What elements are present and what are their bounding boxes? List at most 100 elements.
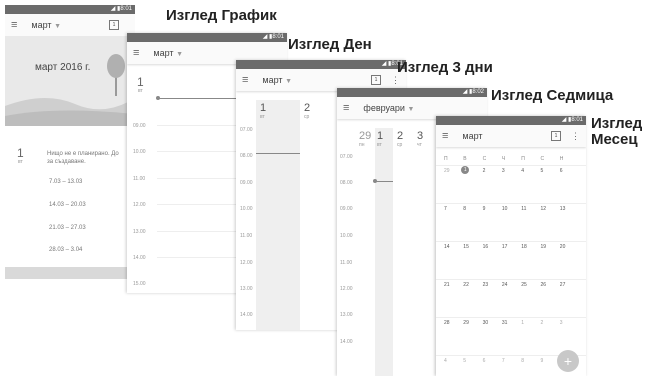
week-row-divider [436,317,586,318]
hour-label: 11.00 [240,233,253,239]
date-cell[interactable]: 7 [444,206,447,212]
menu-icon[interactable]: ≡ [242,74,248,86]
date-cell[interactable]: 5 [541,168,544,174]
date-cell[interactable]: 16 [483,244,489,250]
date-cell[interactable]: 2 [483,168,486,174]
date-cell[interactable]: 6 [560,168,563,174]
month-label: март [31,20,52,30]
day-header[interactable]: 3 чт [417,130,423,148]
date-cell[interactable]: 15 [463,244,469,250]
status-time: 8:02 [472,89,484,95]
date-cell[interactable]: 30 [483,320,489,326]
hour-label: 14.00 [340,339,353,345]
week-range-item[interactable]: 21.03 – 27.03 [49,225,86,231]
date-cell[interactable]: 22 [463,282,469,288]
date-cell[interactable]: 7 [502,358,505,364]
landscape-illustration [5,54,135,126]
calendar-today-icon[interactable]: 1 [551,131,561,141]
day-header[interactable]: 1 вт [377,130,383,148]
date-cell[interactable]: 19 [541,244,547,250]
month-view-panel: ◢ ▮8:01 ≡ март 1 ⋮ П В С Ч П С Н 29 1 2 3 4 5 6 7 8 9 10 1… [436,116,586,376]
next-month-strip [5,267,135,279]
calendar-today-icon[interactable]: 1 [109,20,119,30]
status-bar: ◢ ▮8:02 [337,88,487,97]
day-column-highlight [375,128,393,376]
day-header[interactable]: 1 вт [260,102,266,120]
date-cell[interactable]: 27 [560,282,566,288]
more-options-icon[interactable]: ⋮ [571,131,580,142]
date-cell[interactable]: 13 [560,206,566,212]
status-bar: ◢ ▮8:01 [5,5,135,14]
day-number: 3 [417,130,424,142]
date-cell[interactable]: 8 [521,358,524,364]
empty-message: Нищо не е планирано. До [47,151,119,157]
day-header[interactable]: 29 пн [359,130,371,148]
week-range-item[interactable]: 28.03 – 3.04 [49,247,82,253]
date-cell[interactable]: 10 [502,206,508,212]
date-cell[interactable]: 11 [521,206,526,212]
hour-label: 09.00 [240,180,253,186]
day-number: 1 [137,75,144,89]
current-time-line [375,181,393,182]
date-cell[interactable]: 25 [521,282,527,288]
date-cell[interactable]: 21 [444,282,450,288]
date-cell[interactable]: 8 [463,206,466,212]
date-cell[interactable]: 3 [502,168,505,174]
more-options-icon[interactable]: ⋮ [391,75,400,86]
date-cell[interactable]: 1 [461,166,470,174]
date-cell[interactable]: 23 [483,282,489,288]
date-cell[interactable]: 29 [463,320,469,326]
date-cell[interactable]: 20 [560,244,566,250]
month-title[interactable]: март [462,131,551,141]
hour-label: 10.00 [133,149,146,155]
week-range-item[interactable]: 14.03 – 20.03 [49,202,86,208]
date-cell[interactable]: 31 [502,320,508,326]
day-header[interactable]: 2 ср [304,102,310,120]
calendar-today-icon[interactable]: 1 [371,75,381,85]
date-cell[interactable]: 14 [444,244,450,250]
month-selector[interactable]: февруари ▼ [363,103,481,113]
date-cell[interactable]: 1 [521,320,524,326]
hour-label: 13.00 [240,286,253,292]
month-selector[interactable]: март ▼ [153,48,281,58]
week-range-item[interactable]: 7.03 – 13.03 [49,179,82,185]
month-banner: март 2016 г. [5,36,135,126]
date-cell[interactable]: 18 [521,244,527,250]
date-cell[interactable]: 24 [502,282,508,288]
weekday-label: П [521,156,525,162]
day-number: 1 [260,102,267,114]
date-cell[interactable]: 29 [444,168,450,174]
menu-icon[interactable]: ≡ [133,47,139,59]
date-cell[interactable]: 5 [463,358,466,364]
status-bar: ◢ ▮8:01 [127,33,287,42]
caption-three-day-view: Изглед 3 дни [397,59,493,76]
month-selector[interactable]: март ▼ [262,75,371,85]
menu-icon[interactable]: ≡ [343,102,349,114]
menu-icon[interactable]: ≡ [442,130,448,142]
date-cell[interactable]: 9 [483,206,486,212]
day-name: пн [359,142,365,148]
add-event-button[interactable]: + [557,350,579,372]
date-cell[interactable]: 4 [444,358,447,364]
date-cell[interactable]: 17 [502,244,508,250]
date-cell[interactable]: 26 [541,282,547,288]
status-time: 8:01 [272,34,284,40]
weekday-label: Н [559,156,564,162]
date-cell[interactable]: 4 [521,168,524,174]
day-number: 29 [359,130,372,142]
hour-label: 08.00 [340,180,353,186]
hour-label: 13.00 [340,312,353,318]
hour-label: 11.00 [340,260,353,266]
hour-label: 10.00 [340,233,353,239]
date-cell[interactable]: 6 [483,358,486,364]
date-cell[interactable]: 9 [541,358,544,364]
month-selector[interactable]: март ▼ [31,20,109,30]
date-cell[interactable]: 28 [444,320,450,326]
date-cell[interactable]: 12 [541,206,547,212]
date-cell[interactable]: 2 [541,320,544,326]
day-column-highlight [256,100,300,330]
day-header[interactable]: 2 ср [397,130,403,148]
menu-icon[interactable]: ≡ [11,19,17,31]
weekday-label: П [444,156,448,162]
date-cell[interactable]: 3 [560,320,563,326]
